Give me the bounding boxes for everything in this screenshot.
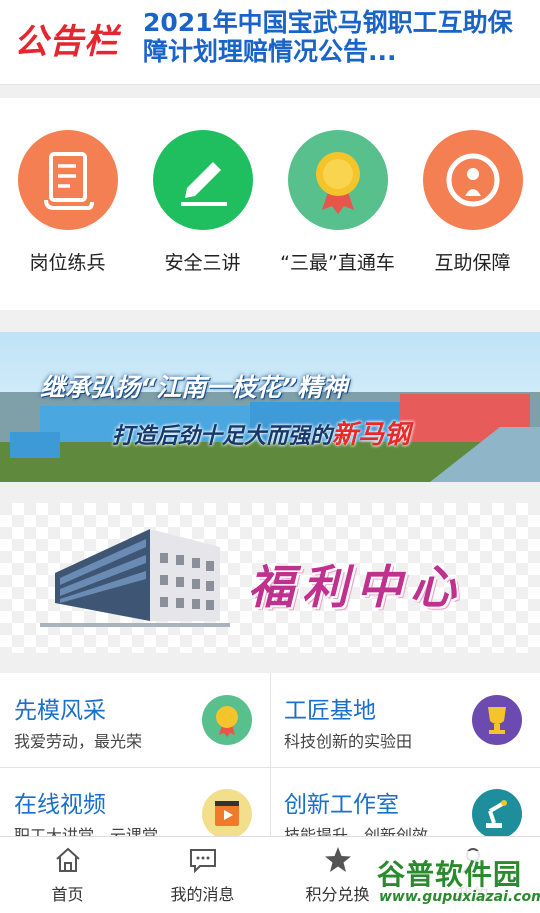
grid-label: 岗位练兵 — [29, 252, 106, 274]
watermark: 谷普软件园 www.gupuxiazai.com — [373, 851, 540, 911]
banner-welfare-center[interactable]: 福利中心 — [0, 503, 540, 653]
tab-home[interactable]: 首页 — [0, 845, 135, 905]
card-craftsman-base[interactable]: 工匠基地 科技创新的实验田 — [270, 673, 540, 767]
card-title: 创新工作室 — [284, 792, 399, 818]
banner-slogan-highlight: 新马钢 — [332, 420, 411, 450]
card-subtitle: 科技创新的实验田 — [284, 732, 413, 751]
shield-person-icon — [422, 130, 523, 230]
card-title: 在线视频 — [14, 792, 106, 818]
banner-slogan-line1: 继承弘扬“江南一枝花”精神 — [40, 373, 348, 402]
pen-icon — [152, 130, 253, 230]
grid-item-post-training[interactable]: 岗位练兵 — [0, 130, 135, 275]
notice-headline[interactable]: 2021年中国宝武马钢职工互助保障计划理赔情况公告... — [143, 8, 528, 66]
grid-label: “三最”直通车 — [280, 252, 395, 274]
grid-label: 安全三讲 — [164, 252, 241, 274]
card-title: 先模风采 — [14, 698, 106, 724]
trophy-icon — [472, 695, 522, 745]
watermark-text: 谷普软件园 — [377, 858, 523, 891]
medal-icon — [287, 130, 388, 230]
card-title: 工匠基地 — [284, 698, 376, 724]
message-icon — [188, 845, 218, 875]
grid-label: 互助保障 — [434, 252, 511, 274]
tab-messages[interactable]: 我的消息 — [135, 845, 270, 905]
banner-slogan-line2: 打造后劲十足大而强的 — [112, 424, 333, 449]
robot-arm-icon — [472, 789, 522, 839]
video-icon — [202, 789, 252, 839]
tab-label: 首页 — [51, 885, 84, 904]
grid-item-safety-talks[interactable]: 安全三讲 — [135, 130, 270, 275]
grid-item-mutual-aid[interactable]: 互助保障 — [405, 130, 540, 275]
medal-icon — [202, 695, 252, 745]
grid-item-direct-train[interactable]: “三最”直通车 — [270, 130, 405, 275]
home-icon — [53, 845, 83, 875]
notice-logo: 公告栏 — [14, 22, 119, 62]
watermark-url: www.gupuxiazai.com — [379, 889, 540, 905]
banner-new-masteel[interactable]: 继承弘扬“江南一枝花”精神 打造后劲十足大而强的新马钢 — [0, 332, 540, 482]
scroll-icon — [17, 130, 118, 230]
banner-welfare-title: 福利中心 — [248, 560, 464, 614]
quick-nav-grid: 岗位练兵 安全三讲 “三最”直通车 互助保障 — [0, 98, 540, 310]
notice-bar[interactable]: 公告栏 2021年中国宝武马钢职工互助保障计划理赔情况公告... — [0, 0, 540, 85]
card-subtitle: 我爱劳动，最光荣 — [14, 732, 143, 751]
card-role-models[interactable]: 先模风采 我爱劳动，最光荣 — [0, 673, 270, 767]
star-icon — [323, 845, 353, 875]
tab-label: 我的消息 — [170, 885, 235, 904]
